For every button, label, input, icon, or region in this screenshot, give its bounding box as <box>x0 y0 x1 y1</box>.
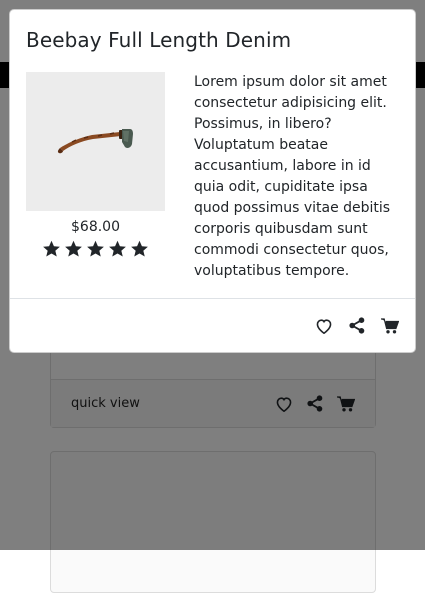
star-icon <box>87 240 104 257</box>
sunglasses-image <box>57 129 133 154</box>
heart-icon[interactable] <box>315 318 333 334</box>
product-description: Lorem ipsum dolor sit amet consectetur a… <box>194 74 391 279</box>
star-icon <box>109 240 126 257</box>
star-rating <box>26 240 165 258</box>
star-icon <box>43 240 60 257</box>
quick-view-modal: Beebay Full Length Denim $68.00 Lorem ip… <box>9 9 416 353</box>
modal-title: Beebay Full Length Denim <box>26 28 292 52</box>
star-icon <box>65 240 82 257</box>
share-icon[interactable] <box>349 317 365 334</box>
cart-icon[interactable] <box>381 317 399 334</box>
modal-footer <box>10 298 415 355</box>
star-icon <box>131 240 148 257</box>
product-image <box>26 72 165 211</box>
product-price: $68.00 <box>71 219 120 235</box>
